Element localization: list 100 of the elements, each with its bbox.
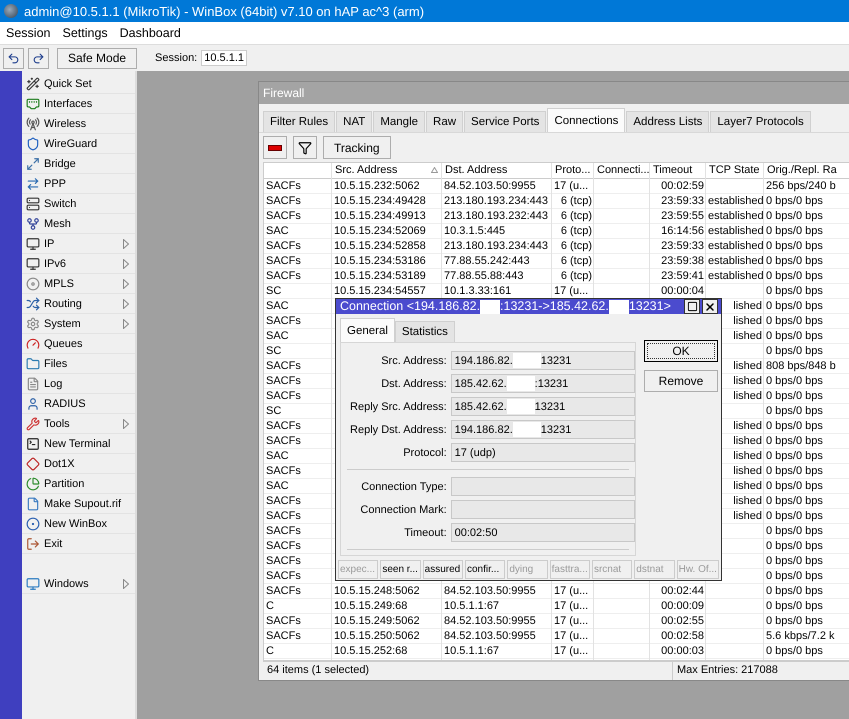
sidebar-item[interactable]: Log (22, 374, 135, 394)
sidebar-item[interactable]: Exit (22, 534, 135, 554)
tab[interactable]: Service Ports (464, 111, 546, 132)
table-cell-text: established (707, 269, 765, 283)
table-cell-text: 808 bps/848 b (765, 359, 837, 373)
sidebar-item[interactable]: System (22, 314, 135, 334)
field-value[interactable] (450, 500, 635, 519)
sidebar-item[interactable]: Make Supout.rif (22, 494, 135, 514)
table-cell-text: established (707, 254, 765, 268)
monitor-icon (26, 256, 40, 270)
tab[interactable]: Connections (547, 108, 626, 132)
close-icon (704, 300, 716, 312)
field-value[interactable]: 17 (udp) (450, 443, 635, 462)
sidebar-item[interactable]: Windows (22, 574, 135, 594)
table-cell-text: 0 bps/0 bps (765, 584, 824, 598)
field-value[interactable]: 00:02:50 (450, 523, 635, 542)
session-field[interactable]: 10.5.1.1 (201, 50, 248, 66)
tab[interactable]: Statistics (394, 321, 455, 342)
sidebar-item[interactable]: Wireless (22, 114, 135, 134)
ok-button[interactable]: OK (644, 340, 718, 362)
field-value[interactable]: 185.42.62. 13231 (450, 397, 635, 416)
flag-indicator: expec... (338, 560, 378, 579)
table-cell-text: established (707, 194, 765, 208)
sidebar-item[interactable]: New Terminal (22, 434, 135, 454)
field-value[interactable] (450, 477, 635, 496)
sidebar-item[interactable]: Quick Set (22, 74, 135, 94)
table-cell-text: 0 bps/0 bps (765, 464, 824, 478)
table-cell-text: 0 bps/0 bps (765, 479, 824, 493)
remove-button[interactable]: Remove (644, 370, 718, 392)
shuffle-icon (26, 296, 40, 310)
table-cell-text: SACFs (265, 254, 302, 268)
sidebar-item[interactable]: Bridge (22, 154, 135, 174)
tracking-button[interactable]: Tracking (323, 136, 391, 159)
sidebar-item[interactable]: Interfaces (22, 94, 135, 114)
sidebar-item[interactable]: PPP (22, 174, 135, 194)
sidebar-item[interactable]: RADIUS (22, 394, 135, 414)
filter-button[interactable] (293, 136, 317, 159)
column-header[interactable]: Orig./Repl. Ra (764, 163, 849, 178)
table-cell-text: SACFs (265, 374, 302, 388)
sidebar-item[interactable]: Files (22, 354, 135, 374)
table-cell-text: SACFs (265, 269, 302, 283)
tab[interactable]: NAT (336, 111, 372, 132)
table-cell-text: 0 bps/0 bps (765, 374, 824, 388)
sidebar-item[interactable]: Switch (22, 194, 135, 214)
close-button[interactable] (702, 299, 718, 314)
safe-mode-button[interactable]: Safe Mode (57, 48, 138, 68)
table-cell-text: 213.180.193.234:443 (443, 239, 549, 253)
sidebar-item[interactable]: IP (22, 234, 135, 254)
sidebar-item[interactable]: Partition (22, 474, 135, 494)
table-cell-text: 0 bps/0 bps (765, 524, 824, 538)
table-cell-text: lished (732, 464, 763, 478)
menu-item[interactable]: Session (0, 26, 56, 40)
sidebar-item[interactable]: IPv6 (22, 254, 135, 274)
tab[interactable]: Mangle (373, 111, 426, 132)
field-value[interactable]: 194.186.82. 13231 (450, 420, 635, 439)
column-header[interactable]: TCP State (706, 163, 764, 178)
column-header[interactable]: Src. Address (332, 163, 442, 178)
table-cell-text: 0 bps/0 bps (765, 194, 824, 208)
table-cell-text: 10.5.1.1:67 (443, 644, 500, 658)
column-header[interactable]: Dst. Address (442, 163, 552, 178)
tab[interactable]: General (340, 318, 395, 342)
tab[interactable]: Filter Rules (263, 111, 336, 132)
menu-item[interactable]: Dashboard (114, 26, 187, 40)
sidebar-item[interactable]: Mesh (22, 214, 135, 234)
table-cell-text: 5.6 kbps/7.2 k (765, 629, 836, 643)
table-cell-text: 17 (u... (553, 629, 590, 643)
table-cell-text: SAC (265, 329, 290, 343)
tab[interactable]: Raw (426, 111, 464, 132)
table-cell-text: 6 (tcp) (560, 254, 593, 268)
table-cell-text: 256 bps/240 b (765, 179, 837, 193)
remove-button[interactable] (263, 136, 287, 159)
table-cell-text: lished (732, 299, 763, 313)
sidebar-item[interactable]: Routing (22, 294, 135, 314)
field-value[interactable]: 194.186.82. 13231 (450, 351, 635, 370)
column-header[interactable]: Connecti... (594, 163, 650, 178)
tab[interactable]: Address Lists (626, 111, 710, 132)
sidebar-item[interactable]: New WinBox (22, 514, 135, 534)
table-cell-text: 10.5.15.234:52069 (333, 224, 427, 238)
table-cell-text: SACFs (265, 569, 302, 583)
column-header[interactable]: Proto... (552, 163, 594, 178)
field-value[interactable]: 185.42.62. :13231 (450, 374, 635, 393)
redo-button[interactable] (28, 48, 49, 68)
sidebar-item[interactable]: Tools (22, 414, 135, 434)
table-cell-text: 10.5.15.234:53189 (333, 269, 427, 283)
table-cell-text: 00:02:55 (660, 614, 705, 628)
column-header[interactable]: Timeout (650, 163, 706, 178)
folder-icon (26, 356, 40, 370)
sidebar-item[interactable]: MPLS (22, 274, 135, 294)
sidebar-item[interactable]: Queues (22, 334, 135, 354)
menu-item[interactable]: Settings (56, 26, 114, 40)
maximize-button[interactable] (684, 299, 700, 314)
table-cell-text: 10.5.15.234:53186 (333, 254, 427, 268)
sort-arrow-icon (431, 167, 438, 173)
file-icon (26, 496, 40, 510)
sidebar-item[interactable]: WireGuard (22, 134, 135, 154)
undo-button[interactable] (3, 48, 24, 68)
tab[interactable]: Layer7 Protocols (710, 111, 811, 132)
table-cell-text: 23:59:55 (660, 209, 705, 223)
sidebar-item[interactable]: Dot1X (22, 454, 135, 474)
table-cell-text: lished (732, 329, 763, 343)
